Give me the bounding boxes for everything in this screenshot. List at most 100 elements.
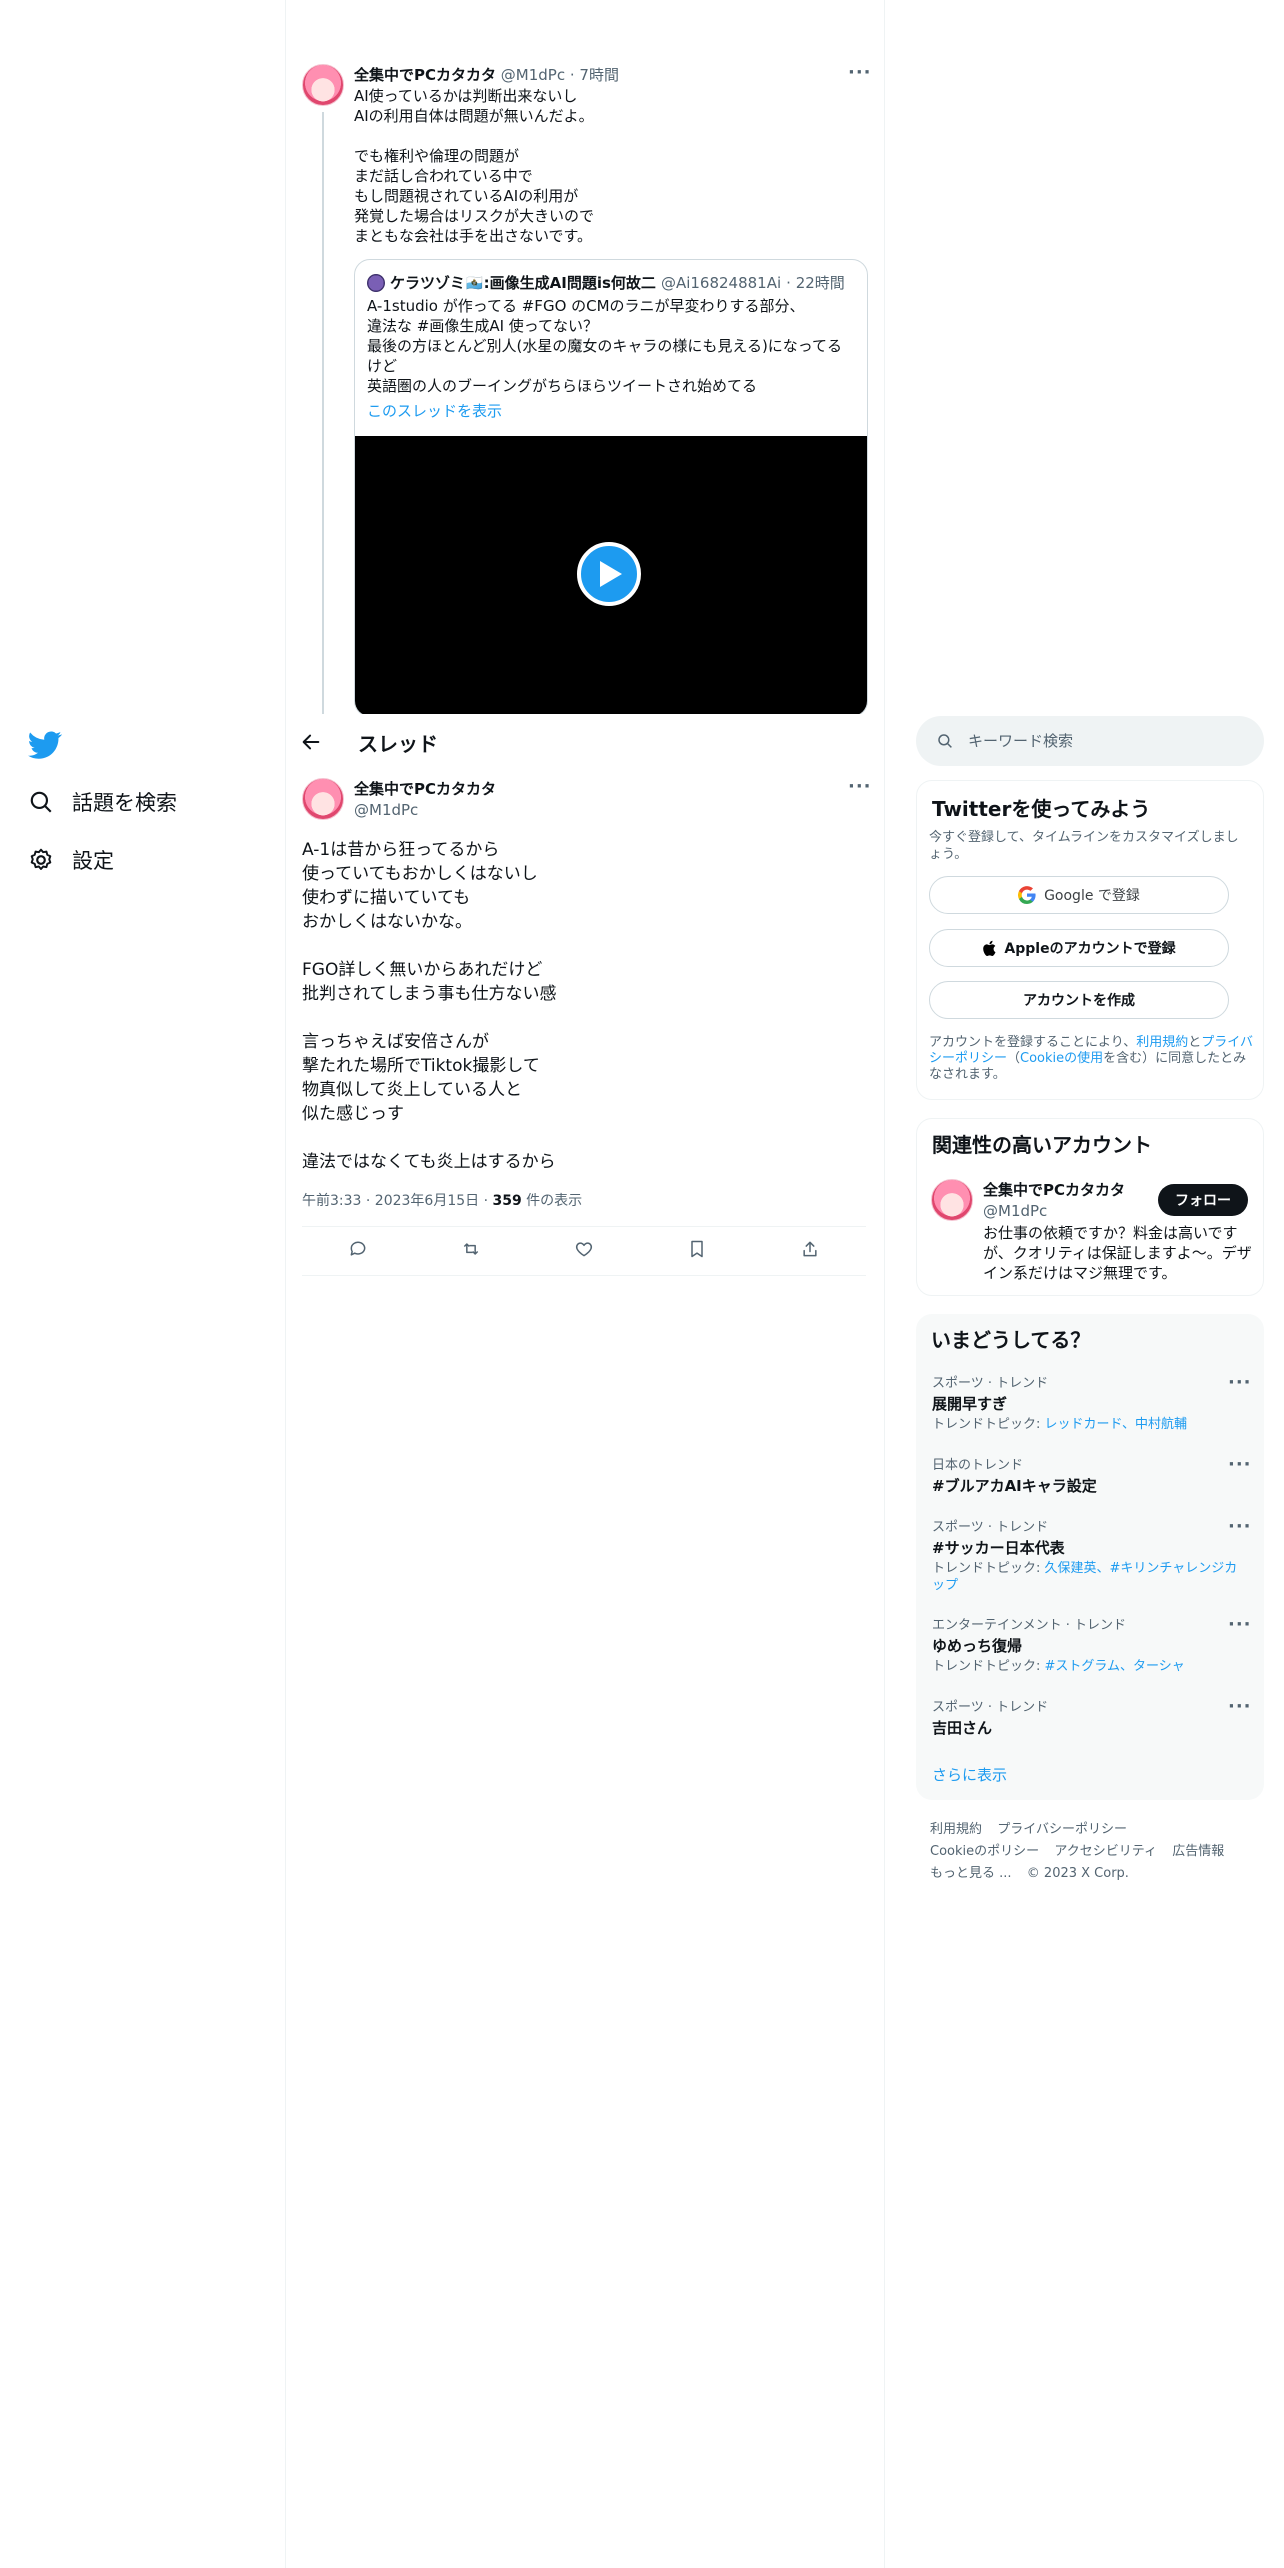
gear-icon bbox=[30, 848, 52, 870]
trend-topics-label: トレンドトピック: bbox=[932, 1417, 1045, 1432]
show-thread-link[interactable]: このスレッドを表示 bbox=[367, 400, 502, 421]
footer-cookie-link[interactable]: Cookieのポリシー bbox=[930, 1844, 1039, 1859]
trend-topics[interactable]: #ストグラム、ターシャ bbox=[1045, 1659, 1185, 1674]
footer-copyright: © 2023 X Corp. bbox=[1026, 1866, 1129, 1881]
trend-topics-label: トレンドトピック: bbox=[932, 1561, 1045, 1576]
apple-signup-button[interactable]: Appleのアカウントで登録 bbox=[929, 929, 1229, 967]
tweet-time[interactable]: · 7時間 bbox=[570, 66, 619, 84]
search-input[interactable] bbox=[966, 731, 1250, 751]
twitter-logo-icon[interactable] bbox=[28, 728, 62, 762]
left-column-border bbox=[285, 0, 286, 2568]
terms-link[interactable]: 利用規約 bbox=[1136, 1035, 1188, 1050]
search-icon bbox=[30, 791, 52, 813]
parent-tweet-header: 全集中でPCカタカタ @M1dPc · 7時間 bbox=[354, 64, 619, 85]
legal-text: と bbox=[1188, 1035, 1202, 1050]
quote-tweet-text: A-1studio が作ってる #FGO のCMのラニが早変わりする部分、 違法… bbox=[367, 297, 843, 395]
legal-text: アカウントを登録することにより、 bbox=[929, 1035, 1137, 1050]
google-signup-button[interactable]: Google で登録 bbox=[929, 876, 1229, 914]
trend-name: 吉田さん bbox=[932, 1719, 993, 1737]
back-arrow-icon[interactable] bbox=[300, 731, 322, 753]
quote-tweet-card[interactable]: ケラツゾミ🇸🇲:画像生成AI問題is何故二 @Ai16824881Ai · 22… bbox=[354, 259, 868, 717]
footer-terms-link[interactable]: 利用規約 bbox=[930, 1822, 982, 1837]
footer-privacy-link[interactable]: プライバシーポリシー bbox=[997, 1822, 1127, 1837]
trend-context: 日本のトレンド bbox=[932, 1458, 1024, 1473]
cookie-link[interactable]: Cookieの使用 bbox=[1020, 1051, 1103, 1066]
signup-card: Twitterを使ってみよう 今すぐ登録して、タイムラインをカスタマイズしましょ… bbox=[916, 780, 1264, 1100]
quote-avatar bbox=[367, 273, 385, 292]
like-icon[interactable] bbox=[574, 1239, 594, 1263]
trends-title: いまどうしてる？ bbox=[931, 1328, 1091, 1352]
more-options-icon[interactable]: ··· bbox=[848, 62, 872, 83]
related-avatar[interactable] bbox=[931, 1179, 973, 1221]
author-name[interactable]: 全集中でPCカタカタ bbox=[354, 66, 496, 84]
trend-name: ゆめっち復帰 bbox=[932, 1637, 1023, 1655]
create-account-button[interactable]: アカウントを作成 bbox=[929, 981, 1229, 1019]
main-tweet-avatar[interactable] bbox=[302, 778, 344, 820]
author-name[interactable]: 全集中でPCカタカタ bbox=[354, 778, 496, 799]
play-button[interactable] bbox=[577, 542, 641, 606]
parent-tweet-text: AI使っているかは判断出来ないし AIの利用自体は問題が無いんだよ。 でも権利や… bbox=[354, 87, 595, 245]
more-options-icon[interactable]: ··· bbox=[1228, 1696, 1252, 1717]
trend-context: スポーツ · トレンド bbox=[932, 1700, 1049, 1715]
trend-item[interactable]: エンターテインメント · トレンド ゆめっち復帰 トレンドトピック: #ストグラ… bbox=[932, 1614, 1232, 1675]
share-icon[interactable] bbox=[800, 1239, 820, 1263]
video-player[interactable] bbox=[355, 436, 867, 716]
search-icon bbox=[938, 734, 952, 748]
google-signup-label: Google で登録 bbox=[1044, 888, 1140, 904]
trend-name: #ブルアカAIキャラ設定 bbox=[932, 1477, 1097, 1495]
trend-item[interactable]: 日本のトレンド #ブルアカAIキャラ設定 bbox=[932, 1454, 1232, 1496]
trend-topics-label: トレンドトピック: bbox=[932, 1659, 1045, 1674]
trend-context: スポーツ · トレンド bbox=[932, 1376, 1049, 1391]
related-name[interactable]: 全集中でPCカタカタ bbox=[983, 1179, 1125, 1200]
more-options-icon[interactable]: ··· bbox=[1228, 1614, 1252, 1635]
signup-subtitle: 今すぐ登録して、タイムラインをカスタマイズしましょう。 bbox=[929, 830, 1239, 862]
apple-signup-label: Appleのアカウントで登録 bbox=[1004, 941, 1176, 957]
follow-button[interactable]: フォロー bbox=[1158, 1184, 1248, 1216]
footer-links: 利用規約 プライバシーポリシー Cookieのポリシー アクセシビリティ 広告情… bbox=[930, 1818, 1260, 1884]
trends-card: いまどうしてる？ スポーツ · トレンド 展開早すぎ トレンドトピック: レッド… bbox=[916, 1314, 1264, 1800]
author-handle[interactable]: @M1dPc bbox=[501, 66, 565, 84]
trend-name: #サッカー日本代表 bbox=[932, 1539, 1065, 1557]
trend-context: エンターテインメント · トレンド bbox=[932, 1618, 1127, 1633]
search-bar[interactable] bbox=[916, 716, 1264, 766]
trend-item[interactable]: スポーツ · トレンド 展開早すぎ トレンドトピック: レッドカード、中村航輔 bbox=[932, 1372, 1232, 1433]
bookmark-icon[interactable] bbox=[687, 1239, 707, 1263]
quote-time: · 22時間 bbox=[786, 274, 845, 292]
more-options-icon[interactable]: ··· bbox=[1228, 1454, 1252, 1475]
quote-tweet-header: ケラツゾミ🇸🇲:画像生成AI問題is何故二 @Ai16824881Ai · 22… bbox=[367, 272, 845, 293]
related-handle[interactable]: @M1dPc bbox=[983, 1202, 1125, 1220]
quote-author-name: ケラツゾミ🇸🇲:画像生成AI問題is何故二 bbox=[390, 274, 656, 292]
views-count: 359 bbox=[492, 1193, 522, 1209]
main-tweet-author[interactable]: 全集中でPCカタカタ @M1dPc bbox=[354, 778, 496, 819]
right-column-border bbox=[884, 0, 885, 2568]
nav-settings[interactable]: 設定 bbox=[28, 840, 114, 880]
trend-item[interactable]: スポーツ · トレンド 吉田さん bbox=[932, 1696, 1232, 1738]
footer-accessibility-link[interactable]: アクセシビリティ bbox=[1054, 1844, 1157, 1859]
retweet-icon[interactable] bbox=[461, 1239, 481, 1263]
footer-ads-link[interactable]: 広告情報 bbox=[1172, 1844, 1224, 1859]
play-icon bbox=[600, 561, 622, 587]
more-options-icon[interactable]: ··· bbox=[848, 776, 872, 797]
page-title: スレッド bbox=[358, 732, 438, 756]
create-account-label: アカウントを作成 bbox=[1023, 993, 1135, 1009]
author-handle[interactable]: @M1dPc bbox=[354, 801, 496, 819]
footer-more-link[interactable]: もっと見る ... bbox=[930, 1866, 1012, 1881]
tweet-actions-bar bbox=[302, 1226, 866, 1276]
more-options-icon[interactable]: ··· bbox=[1228, 1372, 1252, 1393]
views-label: 件の表示 bbox=[521, 1193, 583, 1209]
google-icon bbox=[1018, 886, 1036, 904]
avatar[interactable] bbox=[302, 64, 344, 106]
trend-context: スポーツ · トレンド bbox=[932, 1520, 1049, 1535]
more-options-icon[interactable]: ··· bbox=[1228, 1516, 1252, 1537]
related-account[interactable]: 全集中でPCカタカタ @M1dPc bbox=[983, 1179, 1125, 1220]
reply-icon[interactable] bbox=[348, 1239, 368, 1263]
trend-item[interactable]: スポーツ · トレンド #サッカー日本代表 トレンドトピック: 久保建英、#キリ… bbox=[932, 1516, 1244, 1594]
nav-explore-label: 話題を検索 bbox=[72, 791, 177, 815]
signup-title: Twitterを使ってみよう bbox=[932, 797, 1151, 821]
legal-text: （ bbox=[1007, 1051, 1021, 1066]
nav-explore[interactable]: 話題を検索 bbox=[28, 782, 177, 822]
show-more-link[interactable]: さらに表示 bbox=[932, 1764, 1007, 1785]
trend-topics[interactable]: レッドカード、中村航輔 bbox=[1045, 1417, 1187, 1432]
thread-connector-line bbox=[322, 112, 324, 720]
tweet-timestamp[interactable]: 午前3:33 · 2023年6月15日 · bbox=[302, 1193, 493, 1209]
